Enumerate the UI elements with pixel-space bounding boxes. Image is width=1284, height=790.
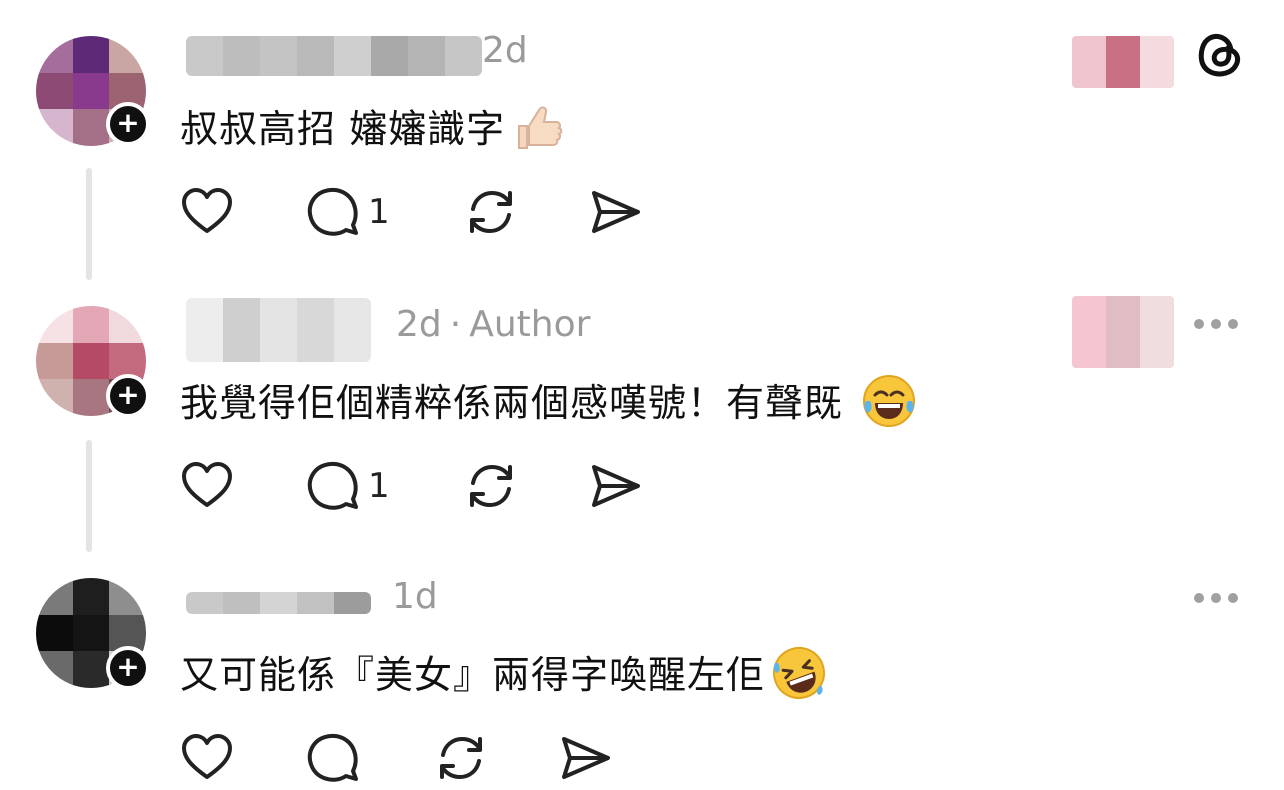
post-meta: 2d · Author xyxy=(396,304,590,345)
heart-icon xyxy=(182,734,232,779)
more-options-icon[interactable] xyxy=(1194,592,1238,604)
thread-connector-line xyxy=(86,168,92,280)
repost-button[interactable] xyxy=(464,460,518,512)
post-time: 2d xyxy=(482,30,528,71)
post-time: 1d xyxy=(392,576,438,617)
author-tag: Author xyxy=(469,304,591,345)
heart-icon xyxy=(182,462,232,507)
like-button[interactable] xyxy=(180,732,234,784)
comment-button[interactable] xyxy=(306,732,360,784)
meta-separator: · xyxy=(449,304,462,345)
post-text-content: 又可能係『美女』兩得字喚醒左佢 xyxy=(180,653,766,697)
repost-icon xyxy=(470,191,512,233)
repost-icon xyxy=(440,737,482,779)
post-text-content: 我覺得佢個精粹係兩個感嘆號！有聲既 xyxy=(180,381,844,425)
repost-button[interactable] xyxy=(434,732,488,784)
share-icon xyxy=(592,191,640,233)
reply-count: 1 xyxy=(368,192,390,232)
like-button[interactable] xyxy=(180,186,234,238)
post-meta: 2d xyxy=(482,30,528,71)
post-text: 我覺得佢個精粹係兩個感嘆號！有聲既 xyxy=(180,372,917,438)
username-redacted[interactable] xyxy=(186,36,482,76)
comment-button[interactable]: 1 xyxy=(306,460,390,512)
share-button[interactable] xyxy=(558,732,612,784)
post-text-content: 叔叔高招 嬸嬸識字 xyxy=(180,107,506,151)
follow-plus-badge[interactable]: + xyxy=(106,102,150,146)
post-meta: 1d xyxy=(392,576,438,617)
username-redacted[interactable] xyxy=(186,592,371,614)
comment-button[interactable]: 1 xyxy=(306,186,390,238)
more-options-icon[interactable] xyxy=(1194,318,1238,330)
replies-feed: + 2d 叔叔高招 嬸嬸識字 1 + 2d · Author 我覺得佢個精粹係兩… xyxy=(0,0,1284,790)
username-redacted[interactable] xyxy=(186,298,371,362)
follow-plus-badge[interactable]: + xyxy=(106,646,150,690)
comment-icon xyxy=(307,187,358,236)
share-button[interactable] xyxy=(588,460,642,512)
repost-icon xyxy=(470,465,512,507)
comment-icon xyxy=(307,733,358,782)
follow-plus-badge[interactable]: + xyxy=(106,374,150,418)
comment-icon xyxy=(307,461,358,510)
share-icon xyxy=(592,465,640,507)
share-button[interactable] xyxy=(588,186,642,238)
threads-logo-icon[interactable] xyxy=(1196,28,1244,78)
share-icon xyxy=(562,737,610,779)
repost-button[interactable] xyxy=(464,186,518,238)
thumbs-up-emoji-icon xyxy=(511,100,565,163)
tears-of-joy-emoji-icon xyxy=(861,373,917,438)
reply-count: 1 xyxy=(368,466,390,506)
liked-by-redacted xyxy=(1072,296,1174,368)
post-text: 叔叔高招 嬸嬸識字 xyxy=(180,98,565,163)
post-time: 2d xyxy=(396,304,442,345)
rolling-laughing-emoji-icon xyxy=(771,645,827,710)
thread-connector-line xyxy=(86,440,92,552)
post-text: 又可能係『美女』兩得字喚醒左佢 xyxy=(180,644,827,710)
liked-by-redacted xyxy=(1072,36,1174,88)
heart-icon xyxy=(182,188,232,233)
like-button[interactable] xyxy=(180,460,234,512)
